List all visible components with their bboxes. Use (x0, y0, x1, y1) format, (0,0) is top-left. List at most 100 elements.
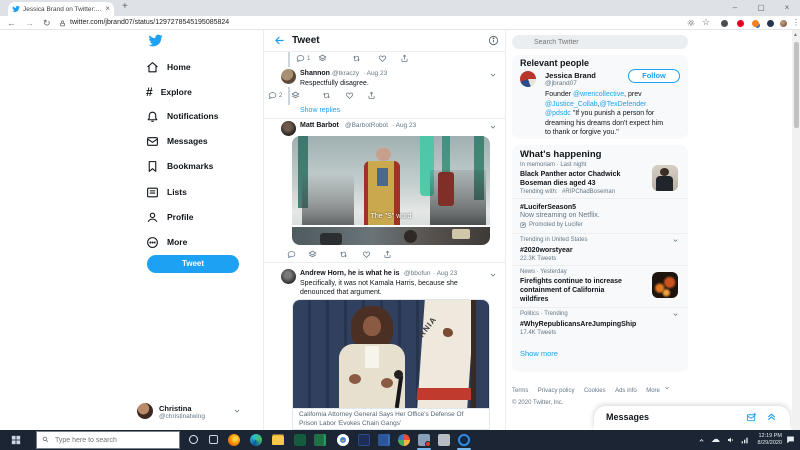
tweet-author-name[interactable]: Shannon (300, 70, 330, 77)
footer-link[interactable]: Ads info (615, 388, 637, 394)
padlock-icon[interactable] (59, 20, 66, 27)
card-caption[interactable]: California Attorney General Says Her Off… (293, 408, 489, 430)
sidebar-item-profile[interactable]: Profile (146, 208, 193, 226)
settings-gear-icon[interactable] (687, 19, 695, 27)
sidebar-item-notifications[interactable]: Notifications (146, 107, 218, 125)
like-icon[interactable] (378, 54, 387, 63)
trend-hashtag-link[interactable]: #RIPChadBoseman (562, 189, 615, 195)
trend-options-chevron-icon[interactable] (672, 237, 679, 244)
extension-icon[interactable] (767, 20, 774, 27)
like-icon[interactable] (345, 91, 354, 100)
url-text[interactable]: twitter.com/jbrand07/status/129727854519… (70, 19, 229, 26)
footer-more-link[interactable]: More (646, 388, 660, 394)
tweet-menu-chevron-icon[interactable] (489, 271, 497, 279)
browser-menu-icon[interactable]: ⋮ (792, 18, 800, 27)
profile-avatar[interactable] (520, 71, 536, 87)
task-view-icon[interactable] (208, 434, 220, 446)
tray-chevron-up-icon[interactable] (698, 437, 705, 444)
reload-icon[interactable]: ↻ (43, 18, 51, 28)
cortana-icon[interactable] (188, 434, 200, 446)
layers-icon[interactable] (291, 91, 300, 100)
taskbar-app-icon[interactable] (438, 434, 450, 446)
scrollbar-thumb[interactable] (794, 42, 799, 128)
account-switcher[interactable]: Christina @christinatwing (137, 403, 247, 423)
pinterest-extension-icon[interactable] (737, 20, 744, 27)
back-icon[interactable]: ← (7, 18, 16, 28)
tweet-author-handle[interactable]: @tkraczy (332, 70, 359, 77)
tweet-gif-media-frame2[interactable] (292, 227, 490, 245)
extension-icon[interactable] (752, 20, 759, 27)
twitter-logo-icon[interactable] (148, 33, 163, 48)
sidebar-item-home[interactable]: Home (146, 58, 191, 76)
action-center-icon[interactable] (786, 435, 795, 444)
share-icon[interactable] (400, 54, 409, 63)
reply-icon[interactable]: 1 (296, 54, 310, 63)
window-minimize-button[interactable]: – (722, 0, 748, 15)
footer-link[interactable]: Terms (512, 388, 528, 394)
taskbar-app-icon[interactable] (458, 434, 470, 446)
trend-options-chevron-icon[interactable] (672, 311, 679, 318)
reply-icon[interactable] (287, 250, 296, 259)
forward-icon[interactable]: → (25, 18, 34, 28)
sidebar-item-lists[interactable]: Lists (146, 183, 187, 201)
photos-app-icon[interactable] (398, 434, 410, 446)
excel-icon[interactable] (314, 434, 326, 446)
show-more-link[interactable]: Show more (520, 349, 558, 358)
search-input[interactable] (512, 35, 688, 49)
extension-icon[interactable] (721, 20, 728, 27)
tweet-author-name[interactable]: Matt Barbot (300, 122, 339, 129)
tweet-gif-media[interactable]: The "S" word (292, 136, 490, 225)
trend-thumbnail[interactable] (652, 272, 678, 298)
bookmark-star-icon[interactable]: ☆ (702, 17, 710, 28)
bio-mention-link[interactable]: @pdsdc (545, 110, 571, 117)
footer-link[interactable]: Privacy policy (538, 388, 575, 394)
scrollbar-up-arrow[interactable]: ▲ (793, 32, 798, 38)
word-icon[interactable] (378, 434, 390, 446)
sidebar-item-explore[interactable]: # Explore (146, 83, 192, 101)
info-circle-icon[interactable] (488, 35, 499, 46)
layers-icon[interactable] (318, 54, 327, 63)
browser-tab[interactable]: Jessica Brand on Twitter: "This is × (8, 2, 114, 16)
retweet-icon[interactable] (339, 250, 348, 259)
bio-mention-link[interactable]: @Justice_Collab (545, 101, 598, 108)
show-replies-link[interactable]: Show replies (300, 107, 340, 114)
tweet-author-handle[interactable]: @bbofun (404, 270, 430, 277)
tweet-menu-chevron-icon[interactable] (489, 71, 497, 79)
tweet-author-handle[interactable]: @BarbotRobot (345, 122, 388, 129)
back-arrow-icon[interactable] (274, 35, 285, 46)
sidebar-item-bookmarks[interactable]: Bookmarks (146, 157, 213, 175)
reply-icon[interactable]: 2 (268, 91, 282, 100)
teams-icon[interactable] (294, 434, 306, 446)
firefox-icon[interactable] (228, 434, 240, 446)
tweet-menu-chevron-icon[interactable] (489, 123, 497, 131)
taskbar-search-input[interactable] (36, 431, 180, 449)
new-tab-button[interactable]: + (122, 1, 128, 12)
window-close-button[interactable]: × (774, 0, 800, 15)
sidebar-item-more[interactable]: More (146, 233, 187, 251)
follow-button[interactable]: Follow (628, 69, 680, 83)
tweet-avatar[interactable] (281, 269, 296, 284)
speaker-icon[interactable] (727, 436, 735, 444)
profile-name[interactable]: Jessica Brand (545, 71, 596, 80)
edge-icon[interactable] (250, 434, 262, 446)
layers-icon[interactable] (308, 250, 317, 259)
retweet-icon[interactable] (322, 91, 331, 100)
bio-mention-link[interactable]: @wrencollective (573, 91, 624, 98)
share-icon[interactable] (383, 250, 392, 259)
tweet-button[interactable]: Tweet (147, 255, 239, 273)
file-explorer-icon[interactable] (272, 434, 284, 446)
messages-drawer[interactable]: Messages (594, 406, 790, 430)
tab-close-icon[interactable]: × (105, 5, 110, 13)
start-button-icon[interactable] (11, 435, 21, 445)
article-card[interactable]: RNIA California Attorney General Says He… (292, 299, 490, 430)
window-maximize-button[interactable]: ▢ (748, 0, 774, 15)
profile-handle[interactable]: @jbrand07 (545, 80, 577, 87)
sidebar-item-messages[interactable]: Messages (146, 132, 208, 150)
browser-profile-avatar[interactable] (780, 20, 787, 27)
share-icon[interactable] (367, 91, 376, 100)
outlook-notification-icon[interactable] (418, 434, 430, 446)
like-icon[interactable] (362, 250, 371, 259)
tweet-avatar[interactable] (281, 121, 296, 136)
expand-drawer-icon[interactable] (766, 411, 777, 422)
taskbar-clock[interactable]: 12:19 PM 8/29/2020 (748, 433, 782, 447)
